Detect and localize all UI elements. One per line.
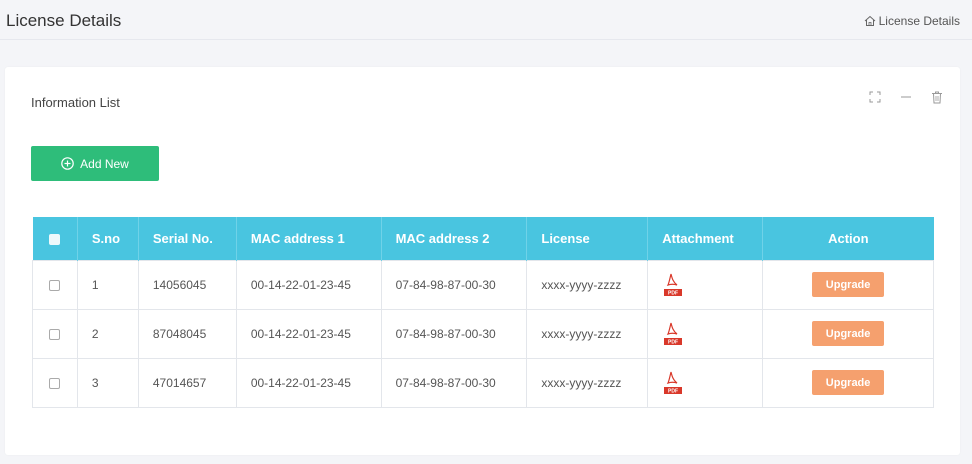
pdf-icon[interactable]: PDF [662,321,684,347]
row-checkbox[interactable] [49,328,61,340]
table-row: 2 87048045 00-14-22-01-23-45 07-84-98-87… [32,308,934,359]
upgrade-button[interactable]: Upgrade [812,321,885,346]
expand-icon[interactable] [868,90,882,104]
svg-text:PDF: PDF [668,388,678,394]
cell-mac1: 00-14-22-01-23-45 [235,308,382,359]
cell-attachment: PDF [647,259,764,310]
pdf-icon[interactable]: PDF [662,370,684,396]
add-new-label: Add New [80,156,129,171]
column-header-license[interactable]: License [526,217,649,260]
pdf-icon[interactable]: PDF [662,272,684,298]
cell-mac1: 00-14-22-01-23-45 [235,259,382,310]
add-new-button[interactable]: Add New [31,146,159,181]
row-select-cell[interactable] [32,308,78,359]
cell-license: xxxx-yyyy-zzzz [526,259,649,310]
table-row: 3 47014657 00-14-22-01-23-45 07-84-98-87… [32,357,934,408]
home-icon [864,15,875,26]
cell-serial: 87048045 [137,308,237,359]
cell-mac2: 07-84-98-87-00-30 [380,357,528,408]
cell-action: Upgrade [762,259,934,310]
card-tools [868,90,944,104]
row-checkbox[interactable] [49,377,61,389]
cell-attachment: PDF [647,308,764,359]
card-title: Information List [31,95,120,110]
column-header-serial[interactable]: Serial No. [138,217,237,260]
column-header-action[interactable]: Action [762,217,934,260]
upgrade-button[interactable]: Upgrade [812,272,885,297]
select-all-checkbox[interactable] [49,233,61,245]
column-header-attachment[interactable]: Attachment [647,217,764,260]
breadcrumb-label[interactable]: License Details [879,14,960,28]
table-header-row: S.no Serial No. MAC address 1 MAC addres… [32,217,934,260]
cell-attachment: PDF [647,357,764,408]
cell-sno: 2 [76,308,139,359]
row-checkbox[interactable] [49,279,61,291]
upgrade-button[interactable]: Upgrade [812,370,885,395]
column-header-sno[interactable]: S.no [77,217,139,260]
cell-action: Upgrade [762,357,934,408]
breadcrumb[interactable]: License Details [864,14,960,28]
svg-text:PDF: PDF [668,339,678,345]
cell-serial: 14056045 [137,259,237,310]
row-select-cell[interactable] [32,357,78,408]
cell-mac2: 07-84-98-87-00-30 [380,259,528,310]
cell-license: xxxx-yyyy-zzzz [526,308,649,359]
cell-sno: 1 [76,259,139,310]
page-title: License Details [6,11,122,30]
minimize-icon[interactable] [899,90,913,104]
trash-icon[interactable] [930,90,944,104]
license-table: S.no Serial No. MAC address 1 MAC addres… [32,217,934,408]
page-header: License Details License Details [0,0,972,40]
cell-sno: 3 [76,357,139,408]
svg-text:PDF: PDF [668,290,678,296]
column-header-mac2[interactable]: MAC address 2 [381,217,528,260]
cell-mac2: 07-84-98-87-00-30 [380,308,528,359]
select-all-header[interactable] [32,217,78,260]
table-row: 1 14056045 00-14-22-01-23-45 07-84-98-87… [32,259,934,310]
cell-mac1: 00-14-22-01-23-45 [235,357,382,408]
cell-license: xxxx-yyyy-zzzz [526,357,649,408]
information-list-card: Information List Add New S.no Serial No.… [5,67,960,455]
cell-action: Upgrade [762,308,934,359]
column-header-mac1[interactable]: MAC address 1 [236,217,382,260]
row-select-cell[interactable] [32,259,78,310]
plus-circle-icon [61,157,74,170]
cell-serial: 47014657 [137,357,237,408]
